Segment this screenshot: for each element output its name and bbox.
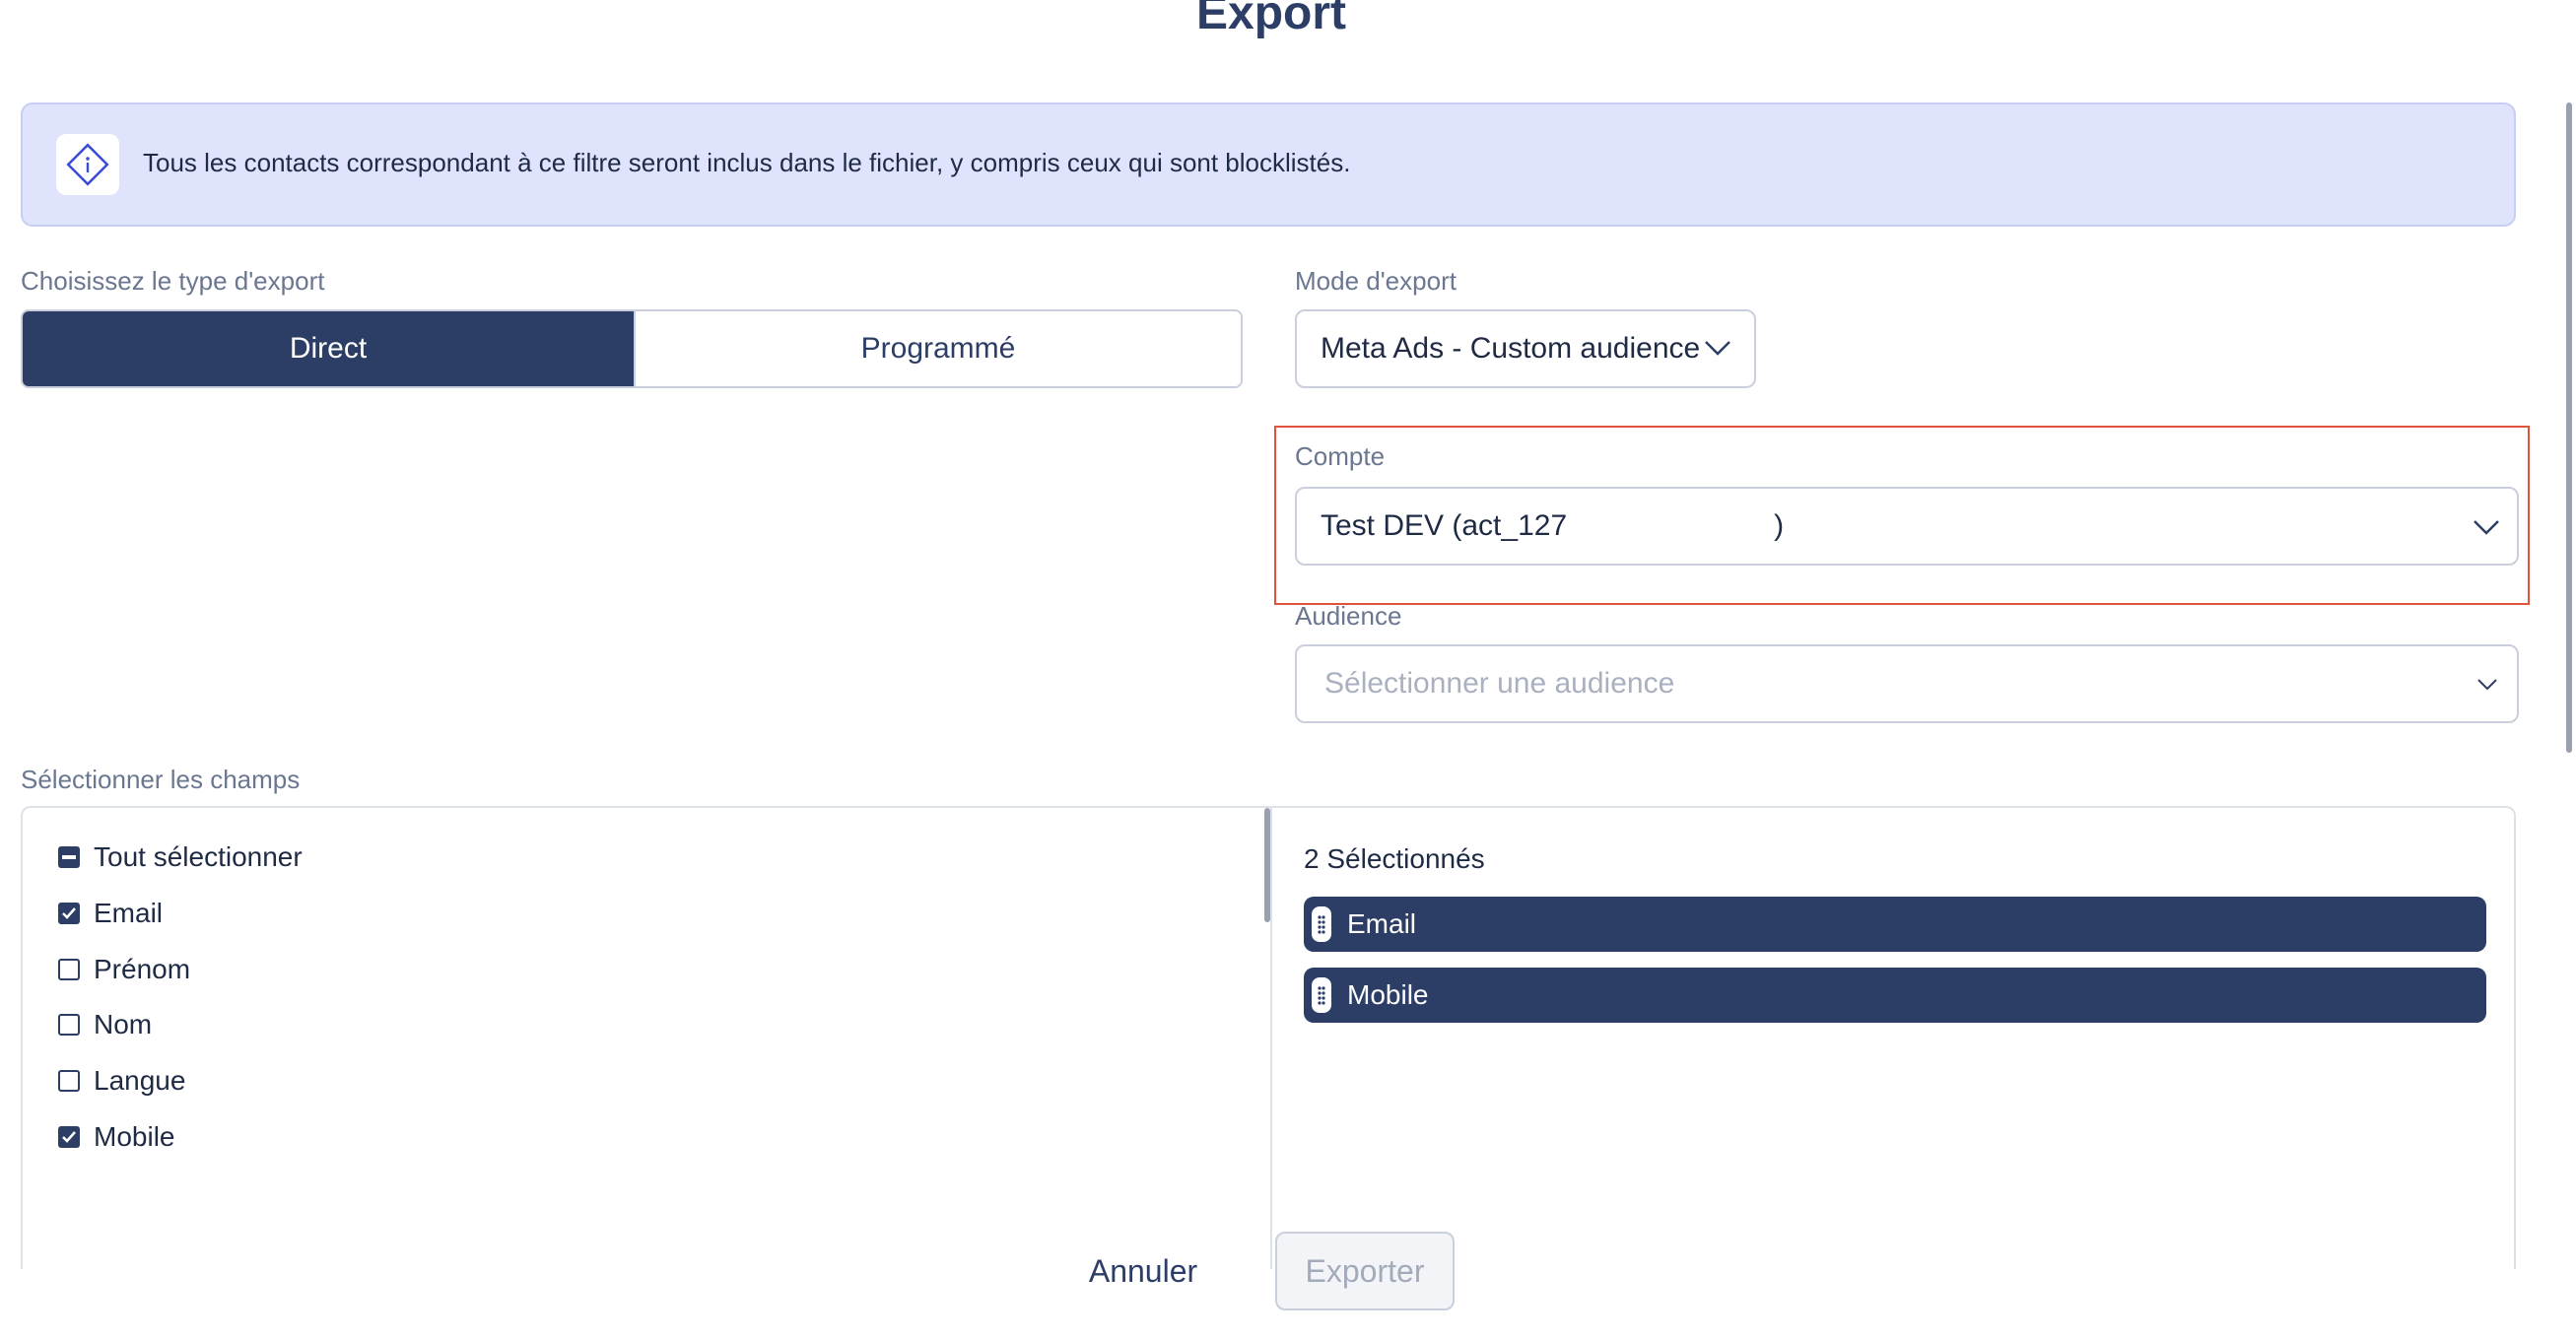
account-value-suffix: )	[1774, 509, 1785, 542]
account-value: Test DEV (act_127	[1321, 509, 1568, 542]
checkbox-unchecked-icon[interactable]	[58, 959, 80, 980]
export-mode-label: Mode d'export	[1295, 266, 1457, 296]
field-label: Email	[94, 898, 164, 928]
field-checkbox-nom[interactable]: Nom	[58, 1009, 152, 1040]
selected-field-email[interactable]: Email	[1304, 897, 2486, 952]
info-banner: Tous les contacts correspondant à ce fil…	[21, 102, 2516, 227]
checkbox-checked-icon[interactable]	[58, 1126, 80, 1148]
info-diamond-icon	[56, 134, 119, 195]
checkbox-unchecked-icon[interactable]	[58, 1014, 80, 1036]
cancel-button[interactable]: Annuler	[1064, 1232, 1222, 1310]
audience-select[interactable]: Sélectionner une audience	[1295, 644, 2519, 723]
field-checkbox-email[interactable]: Email	[58, 898, 163, 929]
chevron-down-icon	[2472, 516, 2501, 538]
field-checkbox-mobile[interactable]: Mobile	[58, 1121, 174, 1153]
select-all-checkbox-row[interactable]: Tout sélectionner	[58, 841, 303, 873]
export-type-label: Choisissez le type d'export	[21, 266, 325, 296]
export-type-direct[interactable]: Direct	[23, 311, 634, 386]
field-label: Prénom	[94, 954, 191, 984]
drag-handle-icon[interactable]	[1312, 906, 1331, 942]
account-label: Compte	[1295, 441, 1386, 471]
field-label: Langue	[94, 1065, 186, 1096]
dialog-title: Export	[1195, 0, 1346, 39]
drag-handle-icon[interactable]	[1312, 977, 1331, 1013]
chevron-down-icon	[1703, 337, 1732, 359]
field-label: Mobile	[94, 1121, 175, 1152]
account-select[interactable]: Test DEV (act_127 )	[1295, 487, 2519, 566]
chevron-down-icon	[2475, 676, 2499, 694]
fields-panel: Tout sélectionner Email Prénom Nom Langu…	[21, 806, 2516, 1269]
field-checkbox-prenom[interactable]: Prénom	[58, 954, 190, 985]
export-type-toggle: Direct Programmé	[21, 309, 1243, 388]
checkbox-checked-icon[interactable]	[58, 903, 80, 924]
page-scrollbar[interactable]	[2566, 102, 2572, 753]
checkbox-indeterminate-icon[interactable]	[58, 846, 80, 868]
audience-placeholder: Sélectionner une audience	[1324, 667, 1675, 700]
selected-field-label: Email	[1347, 908, 1417, 939]
export-mode-value: Meta Ads - Custom audience	[1321, 332, 1701, 365]
selected-field-label: Mobile	[1347, 979, 1429, 1010]
export-button[interactable]: Exporter	[1275, 1232, 1455, 1310]
checkbox-unchecked-icon[interactable]	[58, 1070, 80, 1092]
audience-label: Audience	[1295, 601, 1402, 631]
export-type-scheduled[interactable]: Programmé	[634, 311, 1241, 386]
info-text: Tous les contacts correspondant à ce fil…	[143, 148, 1351, 177]
selected-field-mobile[interactable]: Mobile	[1304, 968, 2486, 1023]
field-checkbox-langue[interactable]: Langue	[58, 1065, 185, 1097]
fields-label: Sélectionner les champs	[21, 765, 301, 794]
select-all-label: Tout sélectionner	[94, 841, 303, 872]
export-mode-select[interactable]: Meta Ads - Custom audience	[1295, 309, 1756, 388]
field-label: Nom	[94, 1009, 153, 1039]
selected-count: 2 Sélectionnés	[1304, 843, 1485, 874]
fields-divider	[1270, 808, 1272, 1269]
